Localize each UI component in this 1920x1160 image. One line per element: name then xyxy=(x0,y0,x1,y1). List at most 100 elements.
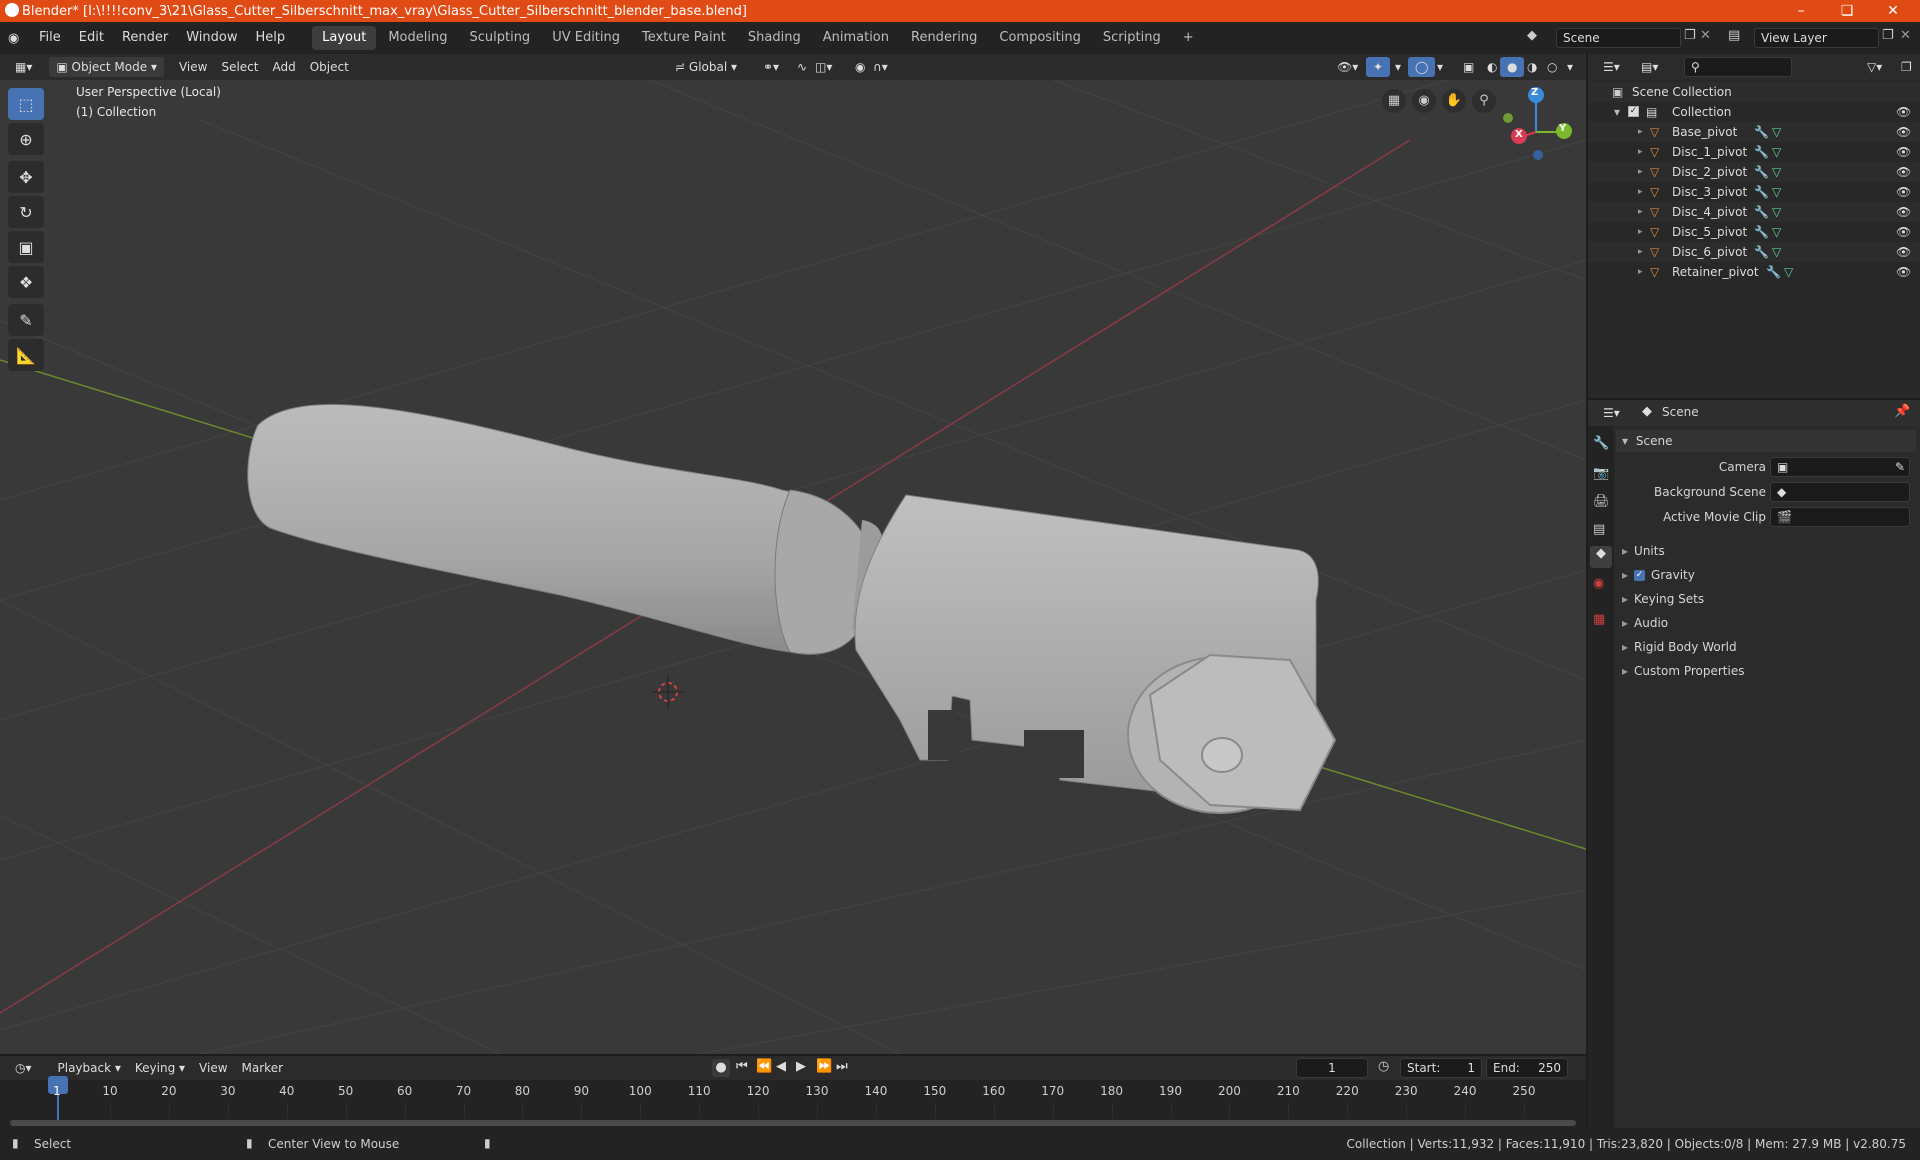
view-layer-icon[interactable]: ▤ xyxy=(1728,28,1740,43)
modifier-icon[interactable]: 🔧 xyxy=(1766,262,1781,282)
tree-row-object[interactable]: ▸ ▽ Disc_2_pivot 🔧 ▽ 👁 xyxy=(1588,162,1920,182)
outliner-filter-icon[interactable]: ▽▾ xyxy=(1860,57,1889,77)
zoom-view-icon[interactable]: ⚲ xyxy=(1472,89,1496,113)
collection-checkbox[interactable]: ✓ xyxy=(1628,106,1639,117)
menu-edit[interactable]: Edit xyxy=(70,22,113,54)
menu-window[interactable]: Window xyxy=(177,22,246,54)
scene-tab-icon[interactable]: ◆ xyxy=(1590,546,1612,568)
snap-target-icon[interactable]: ◫▾ xyxy=(808,57,839,77)
expand-arrow-icon[interactable]: ▸ xyxy=(1638,142,1643,162)
menu-help[interactable]: Help xyxy=(247,22,295,54)
tree-row-object[interactable]: ▸ ▽ Disc_4_pivot 🔧 ▽ 👁 xyxy=(1588,202,1920,222)
eyedropper-icon[interactable]: ✎ xyxy=(1895,458,1905,476)
tree-row-object[interactable]: ▸ ▽ Disc_1_pivot 🔧 ▽ 👁 xyxy=(1588,142,1920,162)
timeline-scrollbar[interactable] xyxy=(10,1120,1576,1126)
outliner-search-input[interactable]: ⚲ xyxy=(1684,57,1792,77)
delete-view-layer-icon[interactable]: ✕ xyxy=(1900,28,1911,43)
mesh-data-icon[interactable]: ▽ xyxy=(1772,182,1781,202)
output-tab-icon[interactable]: 🖨 xyxy=(1593,494,1610,509)
view-layer-tab-icon[interactable]: ▤ xyxy=(1593,522,1605,537)
mesh-data-icon[interactable]: ▽ xyxy=(1784,262,1793,282)
select-box-icon[interactable]: ⬚ xyxy=(8,88,44,120)
xray-icon[interactable]: ▣ xyxy=(1456,57,1481,77)
visibility-icon[interactable]: 👁▾ xyxy=(1330,57,1365,77)
modifier-icon[interactable]: 🔧 xyxy=(1754,142,1769,162)
mesh-data-icon[interactable]: ▽ xyxy=(1772,142,1781,162)
add-workspace-icon[interactable]: + xyxy=(1173,26,1204,50)
tab-shading[interactable]: Shading xyxy=(738,26,811,50)
section-rigid-body-world[interactable]: ▸ Rigid Body World xyxy=(1616,636,1916,658)
modifier-icon[interactable]: 🔧 xyxy=(1754,182,1769,202)
overlay-menu-icon[interactable]: ▾ xyxy=(1430,57,1450,77)
tree-row-collection[interactable]: ▾ ✓ ▤ Collection 👁 xyxy=(1588,102,1920,122)
modifier-icon[interactable]: 🔧 xyxy=(1754,202,1769,222)
menu-object[interactable]: Object xyxy=(303,57,356,77)
eye-icon[interactable]: 👁 xyxy=(1896,162,1911,182)
active-movie-clip-field[interactable]: 🎬 xyxy=(1770,507,1910,527)
tab-animation[interactable]: Animation xyxy=(813,26,899,50)
eye-icon[interactable]: 👁 xyxy=(1896,242,1911,262)
menu-select[interactable]: Select xyxy=(214,57,265,77)
view-layer-field[interactable]: View Layer xyxy=(1754,28,1879,48)
modifier-icon[interactable]: 🔧 xyxy=(1754,162,1769,182)
tree-row-object[interactable]: ▸ ▽ Retainer_pivot 🔧 ▽ 👁 xyxy=(1588,262,1920,282)
tab-layout[interactable]: Layout xyxy=(312,26,377,50)
move-icon[interactable]: ✥ xyxy=(8,161,44,193)
delete-scene-icon[interactable]: ✕ xyxy=(1700,28,1711,43)
expand-arrow-icon[interactable]: ▸ xyxy=(1638,122,1643,142)
new-collection-icon[interactable]: ❐ xyxy=(1894,57,1919,77)
tab-rendering[interactable]: Rendering xyxy=(901,26,987,50)
tree-row-object[interactable]: ▸ ▽ Disc_3_pivot 🔧 ▽ 👁 xyxy=(1588,182,1920,202)
tool-tab-icon[interactable]: 🔧 xyxy=(1593,436,1609,451)
scene-selector-icon[interactable]: ◆ xyxy=(1527,28,1537,43)
section-audio[interactable]: ▸ Audio xyxy=(1616,612,1916,634)
annotate-icon[interactable]: ✎ xyxy=(8,304,44,336)
eye-icon[interactable]: 👁 xyxy=(1896,182,1911,202)
menu-render[interactable]: Render xyxy=(113,22,177,54)
blender-menu-icon[interactable]: ◉ xyxy=(8,31,30,46)
mode-selector[interactable]: ▣ Object Mode ▾ xyxy=(49,57,164,77)
eye-icon[interactable]: 👁 xyxy=(1896,222,1911,242)
section-custom-properties[interactable]: ▸ Custom Properties xyxy=(1616,660,1916,682)
expand-arrow-icon[interactable]: ▸ xyxy=(1638,222,1643,242)
eye-icon[interactable]: 👁 xyxy=(1896,262,1911,282)
minimize-icon[interactable]: – xyxy=(1778,0,1824,22)
expand-arrow-icon[interactable]: ▸ xyxy=(1638,162,1643,182)
mesh-data-icon[interactable]: ▽ xyxy=(1772,122,1781,142)
camera-field[interactable]: ▣ ✎ xyxy=(1770,457,1910,477)
tab-uv-editing[interactable]: UV Editing xyxy=(542,26,630,50)
expand-arrow-icon[interactable]: ▸ xyxy=(1638,202,1643,222)
menu-file[interactable]: File xyxy=(30,22,70,54)
rotate-icon[interactable]: ↻ xyxy=(8,196,44,228)
expand-arrow-icon[interactable]: ▸ xyxy=(1638,182,1643,202)
collapse-arrow-icon[interactable]: ▾ xyxy=(1614,102,1620,122)
transform-icon[interactable]: ❖ xyxy=(8,266,44,298)
pivot-icon[interactable]: ⚭▾ xyxy=(756,57,786,77)
new-view-layer-icon[interactable]: ❐ xyxy=(1882,28,1894,43)
gizmo-menu-icon[interactable]: ▾ xyxy=(1388,57,1408,77)
expand-arrow-icon[interactable]: ▸ xyxy=(1638,262,1643,282)
modifier-icon[interactable]: 🔧 xyxy=(1754,242,1769,262)
pin-icon[interactable]: 📌 xyxy=(1894,404,1910,419)
eye-icon[interactable]: 👁 xyxy=(1896,102,1911,122)
eye-icon[interactable]: 👁 xyxy=(1896,142,1911,162)
orientation-selector[interactable]: ≓ Global ▾ xyxy=(668,57,744,77)
tree-row-object[interactable]: ▸ ▽ Disc_5_pivot 🔧 ▽ 👁 xyxy=(1588,222,1920,242)
mesh-data-icon[interactable]: ▽ xyxy=(1772,222,1781,242)
modifier-icon[interactable]: 🔧 xyxy=(1754,222,1769,242)
measure-icon[interactable]: 📐 xyxy=(8,339,44,371)
section-keying-sets[interactable]: ▸ Keying Sets xyxy=(1616,588,1916,610)
menu-add[interactable]: Add xyxy=(265,57,302,77)
modifier-icon[interactable]: 🔧 xyxy=(1754,122,1769,142)
tree-row-object[interactable]: ▸ ▽ Disc_6_pivot 🔧 ▽ 👁 xyxy=(1588,242,1920,262)
section-gravity[interactable]: ▸ ✓ Gravity xyxy=(1616,564,1916,586)
falloff-icon[interactable]: ∩▾ xyxy=(866,57,895,77)
gizmo-toggle-icon[interactable]: ✦ xyxy=(1366,57,1391,77)
editor-type-icon[interactable]: ▦▾ xyxy=(8,57,39,77)
camera-view-icon[interactable]: ◉ xyxy=(1412,89,1436,113)
eye-icon[interactable]: 👁 xyxy=(1896,202,1911,222)
gravity-checkbox[interactable]: ✓ xyxy=(1634,570,1646,581)
shading-menu-icon[interactable]: ▾ xyxy=(1560,57,1580,77)
grid-view-icon[interactable]: ▦ xyxy=(1382,89,1406,113)
mesh-data-icon[interactable]: ▽ xyxy=(1772,162,1781,182)
